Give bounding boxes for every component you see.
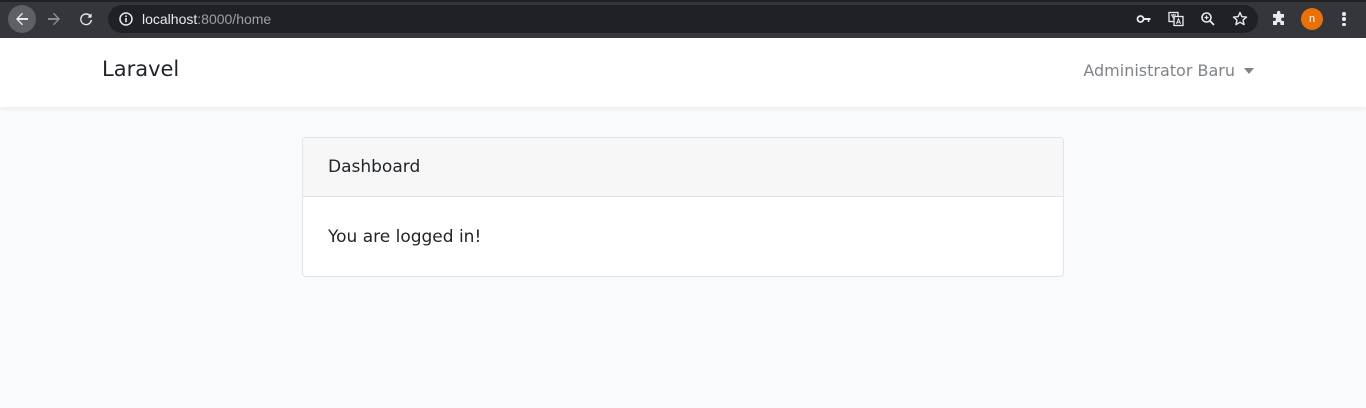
forward-button[interactable]	[40, 5, 68, 33]
back-button[interactable]	[8, 5, 36, 33]
caret-down-icon	[1244, 68, 1254, 74]
info-icon[interactable]	[119, 12, 133, 26]
menu-dot	[1342, 12, 1346, 16]
user-dropdown-toggle[interactable]: Administrator Baru	[1083, 61, 1254, 80]
bookmark-button[interactable]	[1231, 10, 1249, 28]
app-navbar: Laravel Administrator Baru	[0, 38, 1366, 107]
zoom-icon	[1201, 12, 1215, 26]
dashboard-card: Dashboard You are logged in!	[302, 137, 1064, 277]
profile-avatar[interactable]: n	[1301, 8, 1323, 30]
brand-link[interactable]: Laravel	[102, 57, 179, 81]
reload-button[interactable]	[72, 5, 100, 33]
card-header: Dashboard	[303, 138, 1063, 197]
star-icon	[1232, 11, 1248, 26]
back-arrow-icon	[16, 12, 28, 26]
menu-icon[interactable]	[1336, 9, 1352, 29]
url-path: :8000/home	[197, 11, 272, 27]
menu-dot	[1342, 22, 1346, 26]
zoom-button[interactable]	[1199, 10, 1217, 28]
forward-arrow-icon	[48, 12, 60, 26]
translate-button[interactable]	[1167, 10, 1185, 28]
key-icon	[1136, 15, 1151, 23]
card-title: Dashboard	[328, 157, 421, 177]
card-body: You are logged in!	[303, 197, 1063, 276]
tab-strip-edge	[0, 0, 1366, 2]
url-host: localhost	[142, 11, 198, 27]
password-key-button[interactable]	[1135, 10, 1153, 28]
extensions-button[interactable]	[1269, 9, 1289, 29]
url-text[interactable]: localhost:8000/home	[142, 11, 271, 27]
browser-toolbar: localhost:8000/home n	[0, 0, 1366, 38]
extensions-icon	[1273, 11, 1284, 25]
status-message: You are logged in!	[328, 226, 482, 247]
address-bar[interactable]: localhost:8000/home	[108, 5, 1258, 33]
menu-dot	[1342, 17, 1346, 21]
reload-icon	[80, 13, 93, 26]
translate-icon	[1168, 11, 1184, 27]
user-name: Administrator Baru	[1083, 61, 1235, 80]
profile-initial: n	[1308, 13, 1316, 25]
